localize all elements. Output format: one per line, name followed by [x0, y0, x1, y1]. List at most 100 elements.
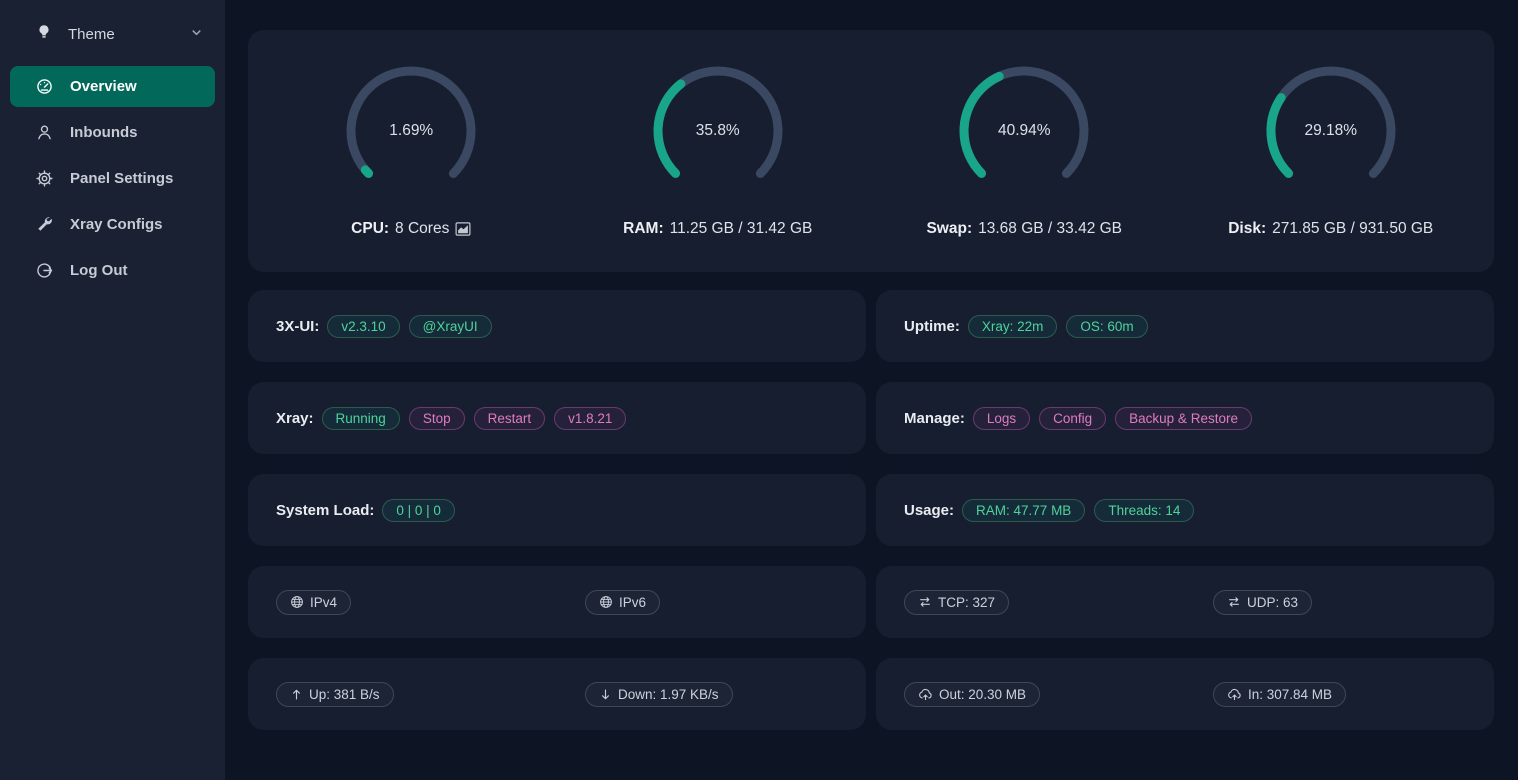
gauge-caption-detail: 11.25 GB / 31.42 GB: [670, 220, 813, 238]
xray-stop-button[interactable]: Stop: [409, 407, 465, 430]
dashboard-icon: [36, 78, 53, 95]
area-chart-icon[interactable]: [455, 221, 471, 237]
tcp-count-text: TCP: 327: [938, 595, 995, 610]
gauge-caption-detail: 271.85 GB / 931.50 GB: [1272, 220, 1433, 238]
ipv6-text: IPv6: [619, 595, 646, 610]
globe-icon: [599, 595, 613, 609]
usage-ram-tag: RAM: 47.77 MB: [962, 499, 1085, 522]
cloud-upload-icon: [918, 687, 933, 702]
traffic-out-tag: Out: 20.30 MB: [904, 682, 1040, 707]
info-rows: 3X-UI: v2.3.10 @XrayUI Uptime: Xray: 22m…: [248, 290, 1494, 730]
system-load-card: System Load: 0 | 0 | 0: [248, 474, 866, 546]
manage-card: Manage: Logs Config Backup & Restore: [876, 382, 1494, 454]
ipv6-tag[interactable]: IPv6: [585, 590, 660, 615]
tcp-count-tag: TCP: 327: [904, 590, 1009, 615]
xray-version-tag[interactable]: v1.8.21: [554, 407, 626, 430]
sidebar: Theme Overview Inbounds Panel Settings: [0, 0, 225, 780]
download-speed-half: Down: 1.97 KB/s: [557, 682, 866, 707]
gauge-caption-label: RAM:: [623, 220, 663, 238]
xui-label: 3X-UI:: [276, 318, 319, 335]
speed-card: Up: 381 B/s Down: 1.97 KB/s: [248, 658, 866, 730]
traffic-card: Out: 20.30 MB In: 307.84 MB: [876, 658, 1494, 730]
arrow-down-icon: [599, 688, 612, 701]
traffic-out-half: Out: 20.30 MB: [876, 682, 1185, 707]
swap-arrows-icon: [1227, 595, 1241, 609]
config-button[interactable]: Config: [1039, 407, 1106, 430]
system-gauges-card: 1.69% CPU: 8 Cores 35.8% RAM: 11.25 GB: [248, 30, 1494, 272]
wrench-icon: [36, 216, 53, 233]
sidebar-item-label: Inbounds: [70, 124, 138, 141]
sidebar-item-log-out[interactable]: Log Out: [0, 250, 225, 291]
sidebar-item-overview[interactable]: Overview: [10, 66, 215, 107]
gauge-caption-detail: 8 Cores: [395, 220, 449, 238]
gauge-caption: CPU: 8 Cores: [351, 220, 471, 238]
gauge-caption-label: CPU:: [351, 220, 389, 238]
xray-label: Xray:: [276, 410, 314, 427]
gauge-ram: 35.8% RAM: 11.25 GB / 31.42 GB: [565, 58, 872, 238]
gauge-value: 29.18%: [1258, 58, 1404, 204]
chevron-down-icon: [190, 26, 203, 43]
main-content: 1.69% CPU: 8 Cores 35.8% RAM: 11.25 GB: [225, 0, 1518, 780]
usage-card: Usage: RAM: 47.77 MB Threads: 14: [876, 474, 1494, 546]
ipv4-tag[interactable]: IPv4: [276, 590, 351, 615]
gauge-value: 40.94%: [951, 58, 1097, 204]
usage-label: Usage:: [904, 502, 954, 519]
traffic-in-tag: In: 307.84 MB: [1213, 682, 1346, 707]
system-load-tag: 0 | 0 | 0: [382, 499, 455, 522]
logs-button[interactable]: Logs: [973, 407, 1030, 430]
xui-version-tag: v2.3.10: [327, 315, 399, 338]
backup-restore-button[interactable]: Backup & Restore: [1115, 407, 1252, 430]
traffic-out-text: Out: 20.30 MB: [939, 687, 1026, 702]
manage-label: Manage:: [904, 410, 965, 427]
uptime-card: Uptime: Xray: 22m OS: 60m: [876, 290, 1494, 362]
udp-half: UDP: 63: [1185, 590, 1494, 615]
ip-card: IPv4 IPv6: [248, 566, 866, 638]
gauge-caption-label: Swap:: [926, 220, 972, 238]
globe-icon: [290, 595, 304, 609]
sidebar-item-inbounds[interactable]: Inbounds: [0, 112, 225, 153]
usage-threads-tag: Threads: 14: [1094, 499, 1194, 522]
xray-card: Xray: Running Stop Restart v1.8.21: [248, 382, 866, 454]
sidebar-item-label: Overview: [70, 78, 137, 95]
ipv4-half: IPv4: [248, 590, 557, 615]
gauge-disk: 29.18% Disk: 271.85 GB / 931.50 GB: [1178, 58, 1485, 238]
download-speed-text: Down: 1.97 KB/s: [618, 687, 719, 702]
sidebar-item-label: Xray Configs: [70, 216, 163, 233]
upload-speed-half: Up: 381 B/s: [248, 682, 557, 707]
xui-version-card: 3X-UI: v2.3.10 @XrayUI: [248, 290, 866, 362]
logout-icon: [36, 262, 53, 279]
sidebar-item-label: Log Out: [70, 262, 127, 279]
gauge-value: 35.8%: [645, 58, 791, 204]
upload-speed-tag: Up: 381 B/s: [276, 682, 394, 707]
theme-label: Theme: [68, 26, 115, 43]
theme-selector[interactable]: Theme: [0, 14, 225, 54]
gauge-cpu: 1.69% CPU: 8 Cores: [258, 58, 565, 238]
arrow-up-icon: [290, 688, 303, 701]
upload-speed-text: Up: 381 B/s: [309, 687, 380, 702]
tcp-half: TCP: 327: [876, 590, 1185, 615]
cloud-download-icon: [1227, 687, 1242, 702]
sidebar-item-panel-settings[interactable]: Panel Settings: [0, 158, 225, 199]
udp-count-text: UDP: 63: [1247, 595, 1298, 610]
uptime-xray-tag: Xray: 22m: [968, 315, 1058, 338]
xray-status-tag: Running: [322, 407, 400, 430]
swap-arrows-icon: [918, 595, 932, 609]
xray-restart-button[interactable]: Restart: [474, 407, 546, 430]
gauge-caption: RAM: 11.25 GB / 31.42 GB: [623, 220, 812, 238]
gauge-value: 1.69%: [338, 58, 484, 204]
bulb-icon: [36, 24, 52, 44]
udp-count-tag: UDP: 63: [1213, 590, 1312, 615]
system-load-label: System Load:: [276, 502, 374, 519]
ipv6-half: IPv6: [557, 590, 866, 615]
sidebar-item-label: Panel Settings: [70, 170, 173, 187]
uptime-label: Uptime:: [904, 318, 960, 335]
sidebar-item-xray-configs[interactable]: Xray Configs: [0, 204, 225, 245]
ipv4-text: IPv4: [310, 595, 337, 610]
download-speed-tag: Down: 1.97 KB/s: [585, 682, 733, 707]
user-icon: [36, 124, 53, 141]
traffic-in-text: In: 307.84 MB: [1248, 687, 1332, 702]
traffic-in-half: In: 307.84 MB: [1185, 682, 1494, 707]
gear-icon: [36, 170, 53, 187]
xui-handle-tag[interactable]: @XrayUI: [409, 315, 492, 338]
gauge-caption-label: Disk:: [1228, 220, 1266, 238]
